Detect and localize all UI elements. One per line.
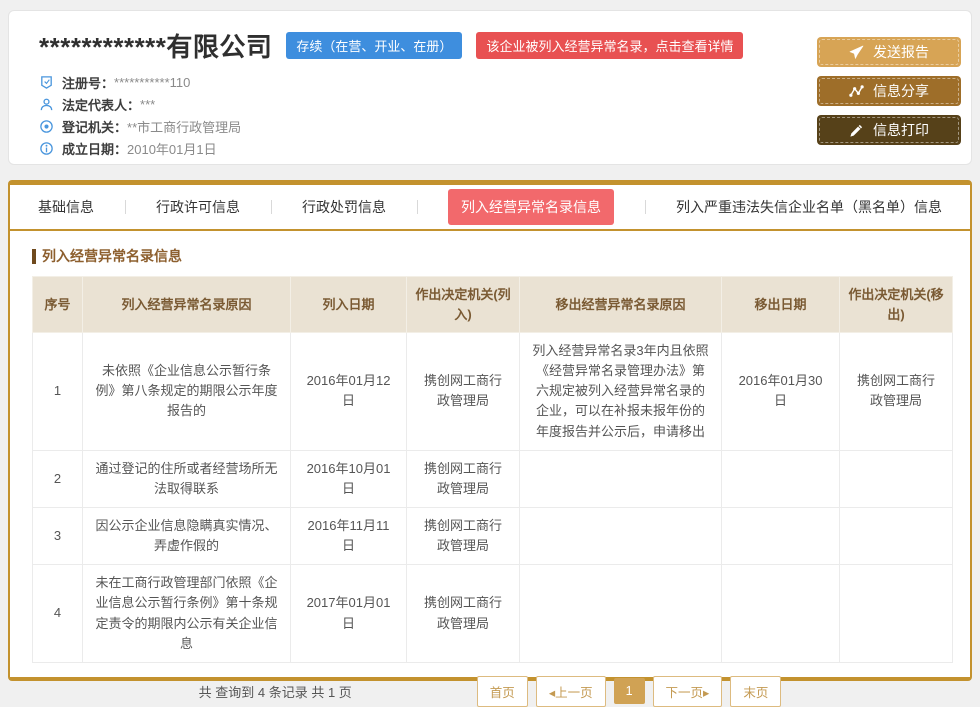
cell-remove-date	[722, 565, 840, 663]
send-report-button[interactable]: 发送报告	[817, 37, 961, 67]
cell-index: 4	[33, 565, 83, 663]
col-header-remove-authority: 作出决定机关(移出)	[840, 277, 953, 333]
action-buttons: 发送报告 信息分享 信息打印	[817, 37, 961, 154]
col-header-index: 序号	[33, 277, 83, 333]
tab-admin-penalty[interactable]: 行政处罚信息	[302, 197, 386, 217]
tab-abnormal-list[interactable]: 列入经营异常名录信息	[448, 189, 614, 225]
location-icon	[39, 119, 54, 134]
col-header-list-authority: 作出决定机关(列入)	[407, 277, 520, 333]
cell-remove-authority: 携创网工商行政管理局	[840, 333, 953, 451]
prev-page-button[interactable]: ◂上一页	[536, 676, 606, 707]
cell-index: 2	[33, 450, 83, 507]
action-button-label: 信息分享	[873, 81, 929, 101]
tab-blacklist[interactable]: 列入严重违法失信企业名单（黑名单）信息	[676, 197, 942, 217]
info-value: **市工商行政管理局	[127, 117, 241, 136]
print-icon	[849, 123, 864, 138]
abnormal-warning-badge[interactable]: 该企业被列入经营异常名录，点击查看详情	[476, 32, 743, 59]
tab-divider	[125, 200, 126, 214]
cell-list-authority: 携创网工商行政管理局	[407, 333, 520, 451]
action-button-label: 发送报告	[873, 42, 929, 62]
detail-panel: 基础信息 行政许可信息 行政处罚信息 列入经营异常名录信息 列入严重违法失信企业…	[8, 180, 972, 681]
abnormal-records-table: 序号 列入经营异常名录原因 列入日期 作出决定机关(列入) 移出经营异常名录原因…	[32, 276, 953, 663]
info-value: 2010年01月1日	[127, 139, 217, 158]
status-badge: 存续（在营、开业、在册）	[286, 32, 462, 59]
cell-remove-authority	[840, 450, 953, 507]
table-row: 3 因公示企业信息隐瞒真实情况、弄虚作假的 2016年11月11日 携创网工商行…	[33, 507, 953, 564]
section-title: 列入经营异常名录信息	[32, 246, 948, 266]
current-page-button[interactable]: 1	[614, 678, 645, 704]
cell-list-date: 2016年01月12日	[291, 333, 407, 451]
tab-divider	[271, 200, 272, 214]
info-label: 登记机关：	[62, 117, 127, 136]
info-label: 成立日期：	[62, 139, 127, 158]
tab-divider	[417, 200, 418, 214]
table-row: 2 通过登记的住所或者经营场所无法取得联系 2016年10月01日 携创网工商行…	[33, 450, 953, 507]
table-row: 4 未在工商行政管理部门依照《企业信息公示暂行条例》第十条规定责令的期限内公示有…	[33, 565, 953, 663]
cell-remove-reason	[520, 507, 722, 564]
section-title-text: 列入经营异常名录信息	[42, 246, 182, 266]
col-header-list-date: 列入日期	[291, 277, 407, 333]
cell-remove-reason	[520, 565, 722, 663]
cell-list-authority: 携创网工商行政管理局	[407, 507, 520, 564]
table-row: 1 未依照《企业信息公示暂行条例》第八条规定的期限公示年度报告的 2016年01…	[33, 333, 953, 451]
pagination-bar: 共 查询到 4 条记录 共 1 页 首页 ◂上一页 1 下一页▸ 末页	[32, 676, 948, 707]
cell-remove-reason: 列入经营异常名录3年内且依照《经营异常名录管理办法》第六规定被列入经营异常名录的…	[520, 333, 722, 451]
person-icon	[39, 97, 54, 112]
send-icon	[849, 45, 864, 60]
cell-remove-date: 2016年01月30日	[722, 333, 840, 451]
cell-list-date: 2017年01月01日	[291, 565, 407, 663]
tab-divider	[645, 200, 646, 214]
registration-icon	[39, 75, 54, 90]
cell-index: 1	[33, 333, 83, 451]
action-button-label: 信息打印	[873, 120, 929, 140]
table-header-row: 序号 列入经营异常名录原因 列入日期 作出决定机关(列入) 移出经营异常名录原因…	[33, 277, 953, 333]
cell-remove-authority	[840, 507, 953, 564]
info-label: 法定代表人：	[62, 95, 140, 114]
cell-remove-date	[722, 450, 840, 507]
cell-index: 3	[33, 507, 83, 564]
info-value: ***********110	[114, 75, 190, 90]
info-label: 注册号：	[62, 73, 114, 92]
info-icon	[39, 141, 54, 156]
company-card: ************有限公司 存续（在营、开业、在册） 该企业被列入经营异常…	[8, 10, 972, 165]
cell-remove-date	[722, 507, 840, 564]
last-page-button[interactable]: 末页	[730, 676, 781, 707]
share-info-button[interactable]: 信息分享	[817, 76, 961, 106]
cell-list-date: 2016年10月01日	[291, 450, 407, 507]
tab-bar: 基础信息 行政许可信息 行政处罚信息 列入经营异常名录信息 列入严重违法失信企业…	[10, 185, 970, 231]
section-title-bar	[32, 249, 36, 264]
col-header-list-reason: 列入经营异常名录原因	[83, 277, 291, 333]
cell-remove-reason	[520, 450, 722, 507]
company-name: ************有限公司	[39, 27, 272, 64]
tab-basic-info[interactable]: 基础信息	[38, 197, 94, 217]
cell-list-authority: 携创网工商行政管理局	[407, 565, 520, 663]
next-page-button[interactable]: 下一页▸	[653, 676, 723, 707]
panel-content: 列入经营异常名录信息 序号 列入经营异常名录原因 列入日期 作出决定机关(列入)…	[10, 246, 970, 707]
cell-list-reason: 通过登记的住所或者经营场所无法取得联系	[83, 450, 291, 507]
info-value: ***	[140, 97, 155, 112]
pagination-buttons: 首页 ◂上一页 1 下一页▸ 末页	[477, 676, 782, 707]
print-info-button[interactable]: 信息打印	[817, 115, 961, 145]
cell-list-reason: 未在工商行政管理部门依照《企业信息公示暂行条例》第十条规定责令的期限内公示有关企…	[83, 565, 291, 663]
first-page-button[interactable]: 首页	[477, 676, 528, 707]
cell-remove-authority	[840, 565, 953, 663]
tab-admin-license[interactable]: 行政许可信息	[156, 197, 240, 217]
cell-list-authority: 携创网工商行政管理局	[407, 450, 520, 507]
col-header-remove-date: 移出日期	[722, 277, 840, 333]
cell-list-reason: 因公示企业信息隐瞒真实情况、弄虚作假的	[83, 507, 291, 564]
record-count-summary: 共 查询到 4 条记录 共 1 页	[199, 682, 352, 701]
share-icon	[849, 84, 864, 99]
cell-list-date: 2016年11月11日	[291, 507, 407, 564]
col-header-remove-reason: 移出经营异常名录原因	[520, 277, 722, 333]
cell-list-reason: 未依照《企业信息公示暂行条例》第八条规定的期限公示年度报告的	[83, 333, 291, 451]
